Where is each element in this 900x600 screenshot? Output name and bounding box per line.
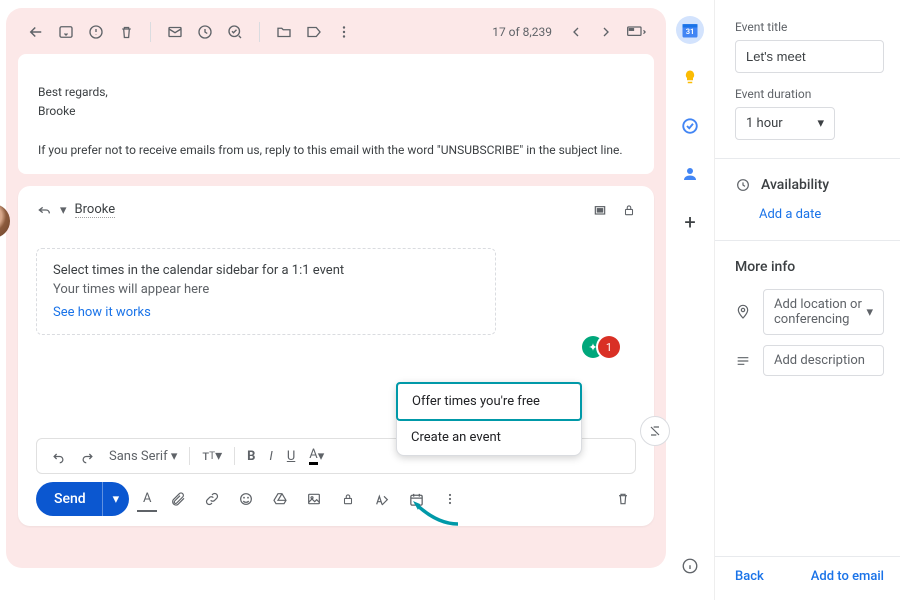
- availability-heading: Availability: [761, 177, 829, 193]
- link-icon[interactable]: [199, 486, 225, 512]
- svg-text:31: 31: [686, 27, 695, 36]
- redo-icon[interactable]: [74, 445, 101, 468]
- lock-icon[interactable]: [622, 202, 636, 218]
- more-info-heading: More info: [735, 259, 884, 275]
- undo-icon[interactable]: [45, 445, 72, 468]
- formatting-toggle-icon[interactable]: A: [137, 486, 157, 512]
- email-unsubscribe-text: If you prefer not to receive emails from…: [38, 141, 634, 160]
- event-duration-label: Event duration: [735, 87, 884, 101]
- archive-icon[interactable]: [54, 20, 78, 44]
- contacts-icon[interactable]: [676, 160, 704, 188]
- hint-link[interactable]: See how it works: [53, 305, 151, 320]
- attach-icon[interactable]: [165, 486, 191, 512]
- reply-type-icon[interactable]: [36, 202, 52, 218]
- reply-header: ▾ Brooke: [36, 202, 636, 218]
- back-button[interactable]: Back: [735, 569, 764, 584]
- drive-icon[interactable]: [267, 486, 293, 512]
- panel-footer: Back Add to email: [715, 556, 900, 584]
- event-duration-selector[interactable]: 1 hour▾: [735, 107, 835, 140]
- back-icon[interactable]: [24, 20, 48, 44]
- clock-icon: [735, 177, 751, 193]
- tasks-icon[interactable]: [676, 112, 704, 140]
- send-button[interactable]: Send ▾: [36, 482, 129, 516]
- compose-action-bar: Send ▾ A: [36, 482, 636, 516]
- event-title-input[interactable]: [735, 40, 884, 73]
- recipient-chip[interactable]: Brooke: [75, 202, 116, 218]
- calendar-hint-box: Select times in the calendar sidebar for…: [36, 248, 496, 335]
- description-input[interactable]: Add description: [763, 345, 884, 376]
- labels-icon[interactable]: [302, 20, 326, 44]
- underline-icon[interactable]: U: [281, 445, 301, 468]
- tutorial-arrow-icon: [408, 496, 468, 528]
- side-icon-rail: 31 +: [666, 0, 714, 600]
- move-to-icon[interactable]: [272, 20, 296, 44]
- email-sender-name: Brooke: [38, 102, 634, 121]
- location-icon: [735, 304, 753, 320]
- location-input[interactable]: Add location or conferencing▾: [763, 289, 884, 335]
- image-icon[interactable]: [301, 486, 327, 512]
- chevron-down-icon[interactable]: ▾: [60, 203, 67, 218]
- description-icon: [735, 353, 753, 369]
- event-title-label: Event title: [735, 20, 884, 34]
- chevron-down-icon: ▾: [817, 116, 824, 131]
- mark-unread-icon[interactable]: [163, 20, 187, 44]
- email-body: Best regards, Brooke If you prefer not t…: [18, 54, 654, 174]
- italic-icon[interactable]: I: [263, 445, 278, 468]
- more-icon[interactable]: [332, 20, 356, 44]
- keep-icon[interactable]: [676, 64, 704, 92]
- pagination-counter: 17 of 8,239: [486, 25, 558, 39]
- email-reader-pane: 17 of 8,239 Best regards, Brooke If you …: [6, 8, 666, 568]
- discard-icon[interactable]: [610, 486, 636, 512]
- input-tools-icon[interactable]: [624, 20, 648, 44]
- snooze-icon[interactable]: [193, 20, 217, 44]
- delete-icon[interactable]: [114, 20, 138, 44]
- hint-title: Select times in the calendar sidebar for…: [53, 263, 479, 278]
- font-family-selector[interactable]: Sans Serif ▾: [103, 445, 183, 468]
- text-color-icon[interactable]: A▾: [303, 443, 330, 469]
- emoji-icon[interactable]: [233, 486, 259, 512]
- avatar: [0, 204, 10, 238]
- remove-formatting-icon[interactable]: [640, 416, 670, 446]
- calendar-icon[interactable]: 31: [676, 16, 704, 44]
- next-icon[interactable]: [594, 20, 618, 44]
- spam-icon[interactable]: [84, 20, 108, 44]
- calendar-side-panel: Event title Event duration 1 hour▾ Avail…: [714, 0, 900, 600]
- add-task-icon[interactable]: [223, 20, 247, 44]
- calendar-popup-menu: Offer times you're free Create an event: [396, 382, 582, 456]
- create-event-option[interactable]: Create an event: [397, 420, 581, 455]
- hint-subtitle: Your times will appear here: [53, 282, 479, 297]
- bold-icon[interactable]: B: [241, 445, 261, 468]
- email-toolbar: 17 of 8,239: [18, 16, 654, 54]
- info-icon[interactable]: [676, 552, 704, 580]
- add-to-email-button[interactable]: Add to email: [811, 569, 884, 584]
- email-signoff: Best regards,: [38, 83, 634, 102]
- prev-icon[interactable]: [564, 20, 588, 44]
- send-options-icon[interactable]: ▾: [102, 482, 130, 516]
- assist-badges[interactable]: ✦ 1: [588, 336, 620, 358]
- reply-compose-card: ▾ Brooke Select times in the calendar si…: [18, 186, 654, 526]
- popout-icon[interactable]: [592, 202, 608, 218]
- offer-times-option[interactable]: Offer times you're free: [396, 382, 582, 421]
- confidential-icon[interactable]: [335, 486, 361, 512]
- chevron-down-icon: ▾: [866, 305, 873, 320]
- add-date-link[interactable]: Add a date: [759, 207, 884, 222]
- add-addon-icon[interactable]: +: [676, 208, 704, 236]
- signature-icon[interactable]: [369, 486, 395, 512]
- font-size-selector[interactable]: тT▾: [196, 444, 228, 468]
